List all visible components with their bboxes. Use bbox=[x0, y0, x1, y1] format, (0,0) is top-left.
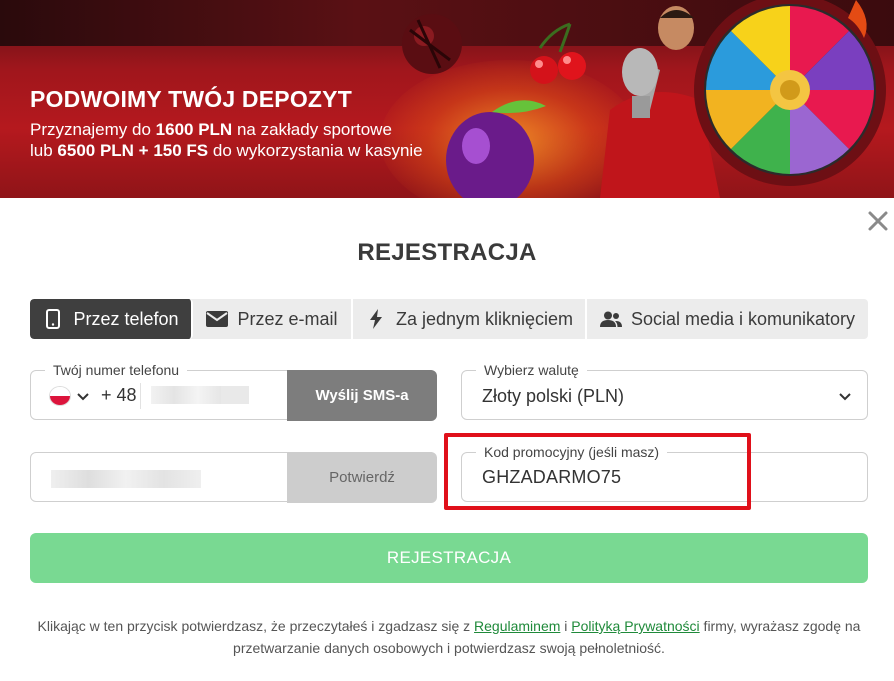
terms-link[interactable]: Regulaminem bbox=[474, 618, 560, 634]
close-icon[interactable] bbox=[866, 209, 890, 233]
phone-number-legend: Twój numer telefonu bbox=[45, 362, 188, 378]
currency-legend: Wybierz walutę bbox=[476, 362, 587, 378]
privacy-policy-link[interactable]: Polityką Prywatności bbox=[571, 618, 699, 634]
registration-method-tabs: Przez telefon Przez e-mail Za jednym kli… bbox=[30, 299, 868, 339]
register-button[interactable]: REJESTRACJA bbox=[30, 533, 868, 583]
promo-code-field[interactable]: Kod promocyjny (jeśli masz) GHZADARMO75 bbox=[461, 444, 868, 502]
promo-code-value[interactable]: GHZADARMO75 bbox=[482, 467, 621, 488]
currency-value: Złoty polski (PLN) bbox=[482, 386, 625, 406]
tab-one-click-label: Za jednym kliknięciem bbox=[395, 308, 574, 329]
poland-flag-icon[interactable] bbox=[49, 386, 71, 406]
tab-social-media-label: Social media i komunikatory bbox=[630, 308, 856, 329]
currency-select[interactable]: Wybierz walutę Złoty polski (PLN) bbox=[461, 362, 868, 420]
confirm-button[interactable]: Potwierdź bbox=[287, 452, 437, 503]
envelope-icon bbox=[206, 308, 229, 330]
cherries-icon bbox=[530, 22, 586, 84]
phone-number-field[interactable]: Twój numer telefonu + 48 Wyślij SMS-a bbox=[30, 362, 437, 421]
banner-line-casino: lub 6500 PLN + 150 FS do wykorzystania w… bbox=[30, 141, 423, 160]
phone-number-value-blurred[interactable] bbox=[151, 386, 221, 404]
chevron-down-icon[interactable] bbox=[75, 388, 91, 404]
smartphone-icon bbox=[42, 308, 64, 330]
chevron-down-icon[interactable] bbox=[837, 388, 853, 404]
lightning-icon bbox=[365, 308, 387, 330]
promo-banner[interactable]: PODWOIMY TWÓJ DEPOZYT Przyznajemy do 160… bbox=[0, 0, 894, 198]
sms-code-field[interactable]: Potwierdź bbox=[30, 452, 437, 503]
banner-title: PODWOIMY TWÓJ DEPOZYT bbox=[30, 86, 352, 112]
legal-notice: Klikając w ten przycisk potwierdzasz, że… bbox=[37, 618, 861, 656]
phone-number-value-blurred-tail bbox=[221, 386, 249, 404]
users-icon bbox=[599, 308, 622, 330]
send-sms-button[interactable]: Wyślij SMS-a bbox=[287, 370, 437, 421]
fortune-wheel-icon bbox=[694, 0, 886, 186]
promo-code-legend: Kod promocyjny (jeśli masz) bbox=[476, 444, 668, 460]
tab-email[interactable]: Przez e-mail bbox=[193, 299, 353, 339]
plum-icon bbox=[446, 100, 546, 198]
page-title: REJESTRACJA bbox=[357, 239, 537, 266]
tab-one-click[interactable]: Za jednym kliknięciem bbox=[353, 299, 587, 339]
tab-phone-label: Przez telefon bbox=[73, 308, 179, 329]
phone-prefix: + 48 bbox=[101, 385, 137, 405]
tab-email-label: Przez e-mail bbox=[237, 308, 338, 329]
phone-separator bbox=[140, 383, 141, 409]
banner-line-sport: Przyznajemy do 1600 PLN na zakłady sport… bbox=[30, 120, 392, 139]
sms-code-value-blurred[interactable] bbox=[51, 470, 201, 488]
dark-cherry-icon bbox=[402, 14, 462, 74]
tab-social-media[interactable]: Social media i komunikatory bbox=[587, 299, 868, 339]
tab-phone[interactable]: Przez telefon bbox=[30, 299, 193, 339]
